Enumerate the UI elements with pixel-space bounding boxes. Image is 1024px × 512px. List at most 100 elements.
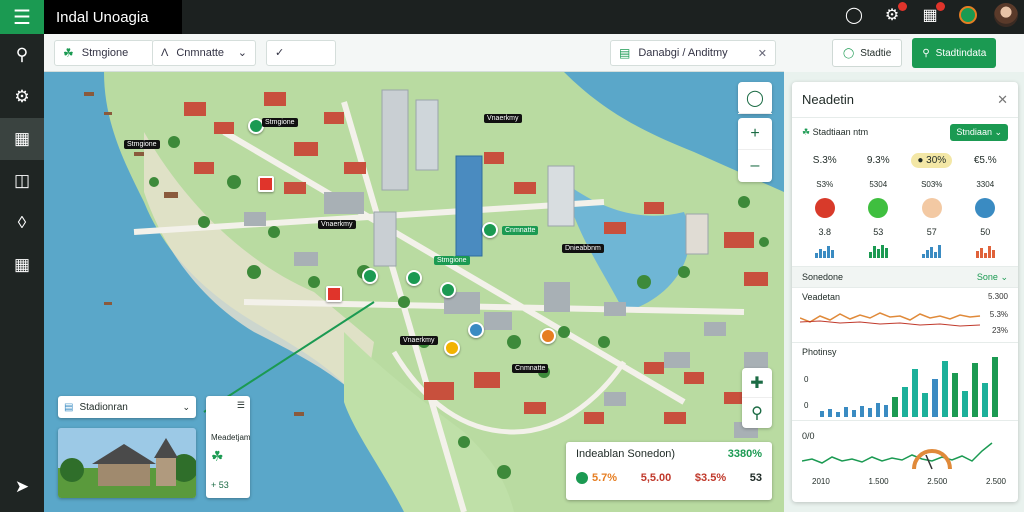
- stats-card-title: Indeablan Sonedon): [576, 448, 676, 460]
- metric-highlight: ● 30%: [911, 152, 953, 168]
- metric: S3%: [816, 179, 834, 189]
- avatar[interactable]: [994, 3, 1018, 27]
- search-icon[interactable]: ⚲: [742, 398, 772, 428]
- metric: 3.8: [818, 227, 831, 237]
- crosshair-icon[interactable]: ✚: [742, 368, 772, 398]
- navigate-icon[interactable]: ➤: [0, 472, 44, 502]
- map-label: Cnmnatte: [512, 364, 549, 373]
- map-label: Stmgione: [124, 140, 160, 149]
- location-select[interactable]: ▤ Stadionran ⌄: [58, 396, 196, 418]
- map-pin[interactable]: [444, 340, 460, 356]
- primary-action-label: Stadtindata: [935, 47, 987, 59]
- location-select-label: Stadionran: [79, 401, 128, 413]
- map-layer-control: ◯: [738, 82, 772, 114]
- metric: 30%: [926, 154, 947, 166]
- tower: [373, 211, 397, 267]
- bar-chart: Photinsy 0 0: [792, 342, 1018, 420]
- filter-chip-region[interactable]: ☘ Stmgione: [54, 39, 154, 66]
- status-dot-icon: [576, 472, 588, 484]
- panel-select-label: Stndiaan: [956, 126, 992, 137]
- panel-actions: ◯ Stadtie ⚲ Stadtindata: [784, 34, 1024, 72]
- stat-value: 5,5.00: [640, 472, 672, 484]
- filter-chip-check[interactable]: ✓: [266, 39, 336, 66]
- chart-title: Veadetan: [802, 292, 841, 302]
- close-icon[interactable]: ✕: [758, 47, 767, 60]
- info-mini-card[interactable]: ☰ Meadetjam ☘ + 53: [206, 396, 251, 498]
- gauge-icon[interactable]: ⚙: [880, 2, 907, 27]
- line-chart-1: Veadetan 5.300 5.3% 23%: [792, 288, 1018, 342]
- app-title: Indal Unoagia: [44, 0, 182, 34]
- map-pin[interactable]: [326, 286, 342, 302]
- status-circle[interactable]: [975, 198, 996, 218]
- metric: S.3%: [812, 154, 837, 166]
- data-source-chip[interactable]: ▤ Danabgi / Anditmy ✕: [610, 40, 776, 66]
- thumbnail-image: [58, 428, 196, 498]
- search-icon[interactable]: ⚲: [0, 34, 44, 76]
- section-more-link[interactable]: Sone ⌄: [977, 272, 1008, 283]
- metric: 57: [926, 227, 937, 237]
- caret-icon: Λ: [161, 46, 169, 59]
- panel-select[interactable]: Stndiaan ⌄: [950, 123, 1008, 141]
- tower: [381, 89, 409, 191]
- status-circle[interactable]: [868, 198, 889, 218]
- tower: [415, 99, 439, 171]
- globe-icon[interactable]: [956, 3, 980, 27]
- status-circle[interactable]: [814, 198, 835, 218]
- mini-card-menu-icon[interactable]: ☰: [211, 400, 245, 411]
- tower: [547, 165, 575, 227]
- leaf-icon: ☘: [211, 448, 224, 464]
- location-thumbnail[interactable]: [58, 428, 196, 498]
- map-pin[interactable]: [482, 222, 498, 238]
- zoom-in-icon[interactable]: +: [738, 118, 772, 150]
- calendar-icon[interactable]: ▦: [918, 2, 945, 27]
- filter-chip-label: Cnmnatte: [176, 46, 225, 59]
- chevron-down-icon: ⌄: [182, 401, 190, 412]
- circle-icon[interactable]: ◯: [842, 3, 866, 27]
- x-axis-ticks: 2010 1.500 2.500 2.500: [792, 477, 1018, 486]
- status-circle[interactable]: [921, 198, 942, 218]
- filter-chip-category[interactable]: Λ Cnmnatte ⌄: [152, 39, 256, 66]
- metrics-row-3: 3.8 53 57 50: [792, 222, 1018, 242]
- line-chart-svg: [800, 312, 981, 327]
- stat-value: 53: [749, 472, 762, 484]
- status-button[interactable]: ◯ Stadtie: [832, 39, 903, 67]
- layout-icon[interactable]: ◫: [0, 160, 44, 202]
- map-pin[interactable]: [540, 328, 556, 344]
- chart-value: 5.300: [987, 292, 1008, 301]
- panel-subheader: Stadtiaan ntm: [812, 126, 869, 137]
- x-tick: 1.500: [868, 477, 889, 486]
- details-panel: Neadetin ✕ ☘ Stadtiaan ntm Stndiaan ⌄ S.…: [792, 82, 1018, 502]
- chart-side-label: 23%: [991, 326, 1008, 335]
- section-header: Sonedone Sone ⌄: [792, 266, 1018, 288]
- layers-icon[interactable]: ◯: [738, 82, 772, 114]
- stats-card[interactable]: Indeablan Sonedon) 3380% 5.7% 5,5.00 $3.…: [566, 442, 772, 500]
- map-canvas[interactable]: Stmgione Stmgione Vnaerkmy Vnaerkmy Cnmn…: [44, 72, 784, 512]
- zoom-out-icon[interactable]: –: [738, 150, 772, 182]
- map-pin[interactable]: [258, 176, 274, 192]
- mini-bar-chart: [975, 244, 995, 258]
- map-pin[interactable]: [468, 322, 484, 338]
- chevron-down-icon: ⌄: [237, 47, 247, 59]
- chart-icon[interactable]: ▦: [0, 244, 44, 286]
- map-label: Cnmnatte: [502, 226, 539, 235]
- metric: 5304: [869, 179, 888, 189]
- map-label: Vnaerkmy: [400, 336, 438, 345]
- database-icon: ▤: [619, 46, 631, 60]
- calendar-icon[interactable]: ▦: [0, 118, 44, 160]
- metric: 9.3%: [866, 154, 890, 166]
- menu-icon[interactable]: ☰: [0, 0, 44, 34]
- pin-icon[interactable]: ◊: [0, 202, 44, 244]
- map-pin[interactable]: [406, 270, 422, 286]
- x-tick: 2.500: [985, 477, 1006, 486]
- primary-action-button[interactable]: ⚲ Stadtindata: [912, 38, 997, 68]
- trend-chart-svg: [802, 442, 993, 470]
- metric: 53: [873, 227, 884, 237]
- map-pin[interactable]: [362, 268, 378, 284]
- tower: [685, 213, 709, 255]
- map-pin[interactable]: [440, 282, 456, 298]
- trend-chart: 0/0 2010 1.500 2.500 2.500: [792, 420, 1018, 490]
- settings-icon[interactable]: ⚙: [0, 76, 44, 118]
- close-icon[interactable]: ✕: [997, 92, 1008, 108]
- mini-bar-chart: [868, 244, 888, 258]
- map-tools-control: ✚ ⚲: [742, 368, 772, 428]
